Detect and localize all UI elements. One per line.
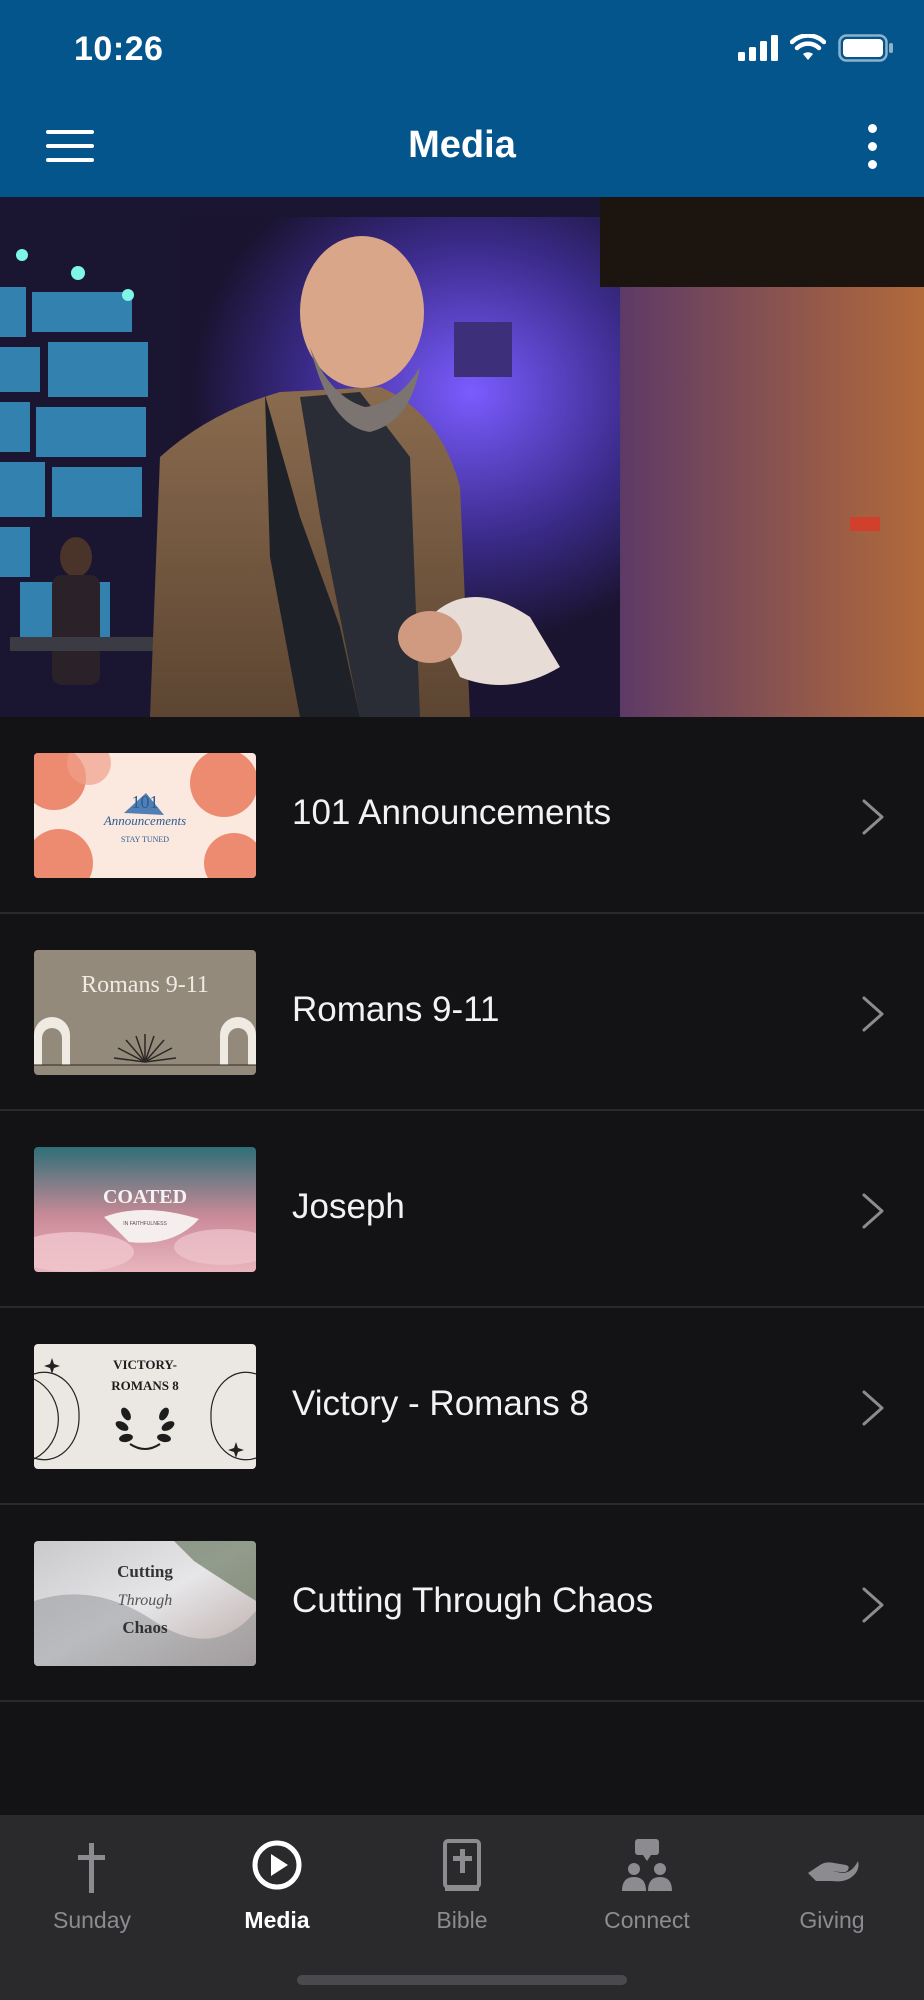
item-title: Cutting Through Chaos bbox=[292, 1581, 654, 1620]
list-item[interactable]: Romans 9-11 Romans 9-11 bbox=[0, 914, 924, 1111]
thumbnail-101-announcements: 101 Announcements STAY TUNED bbox=[34, 753, 256, 878]
thumb-text-101: 101 bbox=[132, 792, 159, 812]
chevron-right-icon bbox=[862, 1193, 884, 1229]
thumbnail-romans-9-11: Romans 9-11 bbox=[34, 950, 256, 1075]
cellular-signal-icon bbox=[738, 35, 778, 61]
home-indicator bbox=[297, 1975, 627, 1985]
list-item[interactable]: VICTORY- ROMANS 8 Victory - Romans 8 bbox=[0, 1308, 924, 1505]
item-title: Victory - Romans 8 bbox=[292, 1384, 589, 1423]
tab-label: Media bbox=[244, 1907, 310, 1933]
app-header: 10:26 Media bbox=[0, 0, 924, 197]
thumb-text-stay-tuned: STAY TUNED bbox=[121, 835, 169, 844]
tab-giving[interactable]: Giving bbox=[740, 1815, 924, 1955]
tab-label: Bible bbox=[436, 1907, 488, 1933]
cross-icon bbox=[78, 1843, 105, 1893]
status-icons bbox=[738, 34, 894, 62]
tab-bible[interactable]: Bible bbox=[370, 1815, 554, 1955]
thumbnail-cutting-through-chaos: Cutting Through Chaos bbox=[34, 1541, 256, 1666]
wifi-icon bbox=[790, 34, 826, 60]
thumb-text-announcements: Announcements bbox=[103, 813, 186, 828]
chevron-right-icon bbox=[862, 1390, 884, 1426]
more-vertical-icon[interactable] bbox=[856, 120, 888, 174]
chevron-right-icon bbox=[862, 1587, 884, 1623]
thumb-text-through: Through bbox=[118, 1592, 173, 1609]
item-title: Joseph bbox=[292, 1187, 405, 1226]
connect-people-icon bbox=[622, 1839, 672, 1891]
media-list: 101 Announcements STAY TUNED 101 Announc… bbox=[0, 717, 924, 1702]
page-title: Media bbox=[408, 124, 516, 166]
chevron-right-icon bbox=[862, 996, 884, 1032]
list-item[interactable]: COATED IN FAITHFULNESS Joseph bbox=[0, 1111, 924, 1308]
hero-image bbox=[0, 197, 924, 717]
thumbnail-joseph: COATED IN FAITHFULNESS bbox=[34, 1147, 256, 1272]
list-item[interactable]: Cutting Through Chaos Cutting Through Ch… bbox=[0, 1505, 924, 1702]
tab-connect[interactable]: Connect bbox=[555, 1815, 739, 1955]
list-item[interactable]: 101 Announcements STAY TUNED 101 Announc… bbox=[0, 717, 924, 914]
thumbnail-victory-romans-8: VICTORY- ROMANS 8 bbox=[34, 1344, 256, 1469]
chevron-right-icon bbox=[862, 799, 884, 835]
play-circle-icon bbox=[252, 1840, 302, 1890]
status-time: 10:26 bbox=[74, 30, 164, 68]
thumb-text-victory: VICTORY- bbox=[113, 1357, 177, 1372]
giving-hand-icon bbox=[808, 1861, 859, 1882]
thumb-text-coated: COATED bbox=[103, 1186, 187, 1208]
thumb-text-romans-8: ROMANS 8 bbox=[111, 1378, 179, 1393]
thumb-text-chaos: Chaos bbox=[122, 1618, 168, 1637]
thumb-text-faithfulness: IN FAITHFULNESS bbox=[123, 1221, 167, 1227]
battery-icon bbox=[838, 34, 893, 62]
bible-icon bbox=[443, 1839, 481, 1891]
bottom-tab-bar: Sunday Media Bible Connect Giving bbox=[0, 1815, 924, 2000]
thumb-text-cutting: Cutting bbox=[117, 1562, 173, 1581]
tab-label: Sunday bbox=[52, 1907, 131, 1933]
item-title: 101 Announcements bbox=[292, 793, 612, 832]
tab-media[interactable]: Media bbox=[185, 1815, 369, 1955]
tab-sunday[interactable]: Sunday bbox=[0, 1815, 184, 1955]
tab-label: Giving bbox=[799, 1907, 865, 1933]
tab-label: Connect bbox=[604, 1907, 690, 1933]
thumb-text-romans: Romans 9-11 bbox=[81, 972, 209, 998]
item-title: Romans 9-11 bbox=[292, 990, 500, 1029]
